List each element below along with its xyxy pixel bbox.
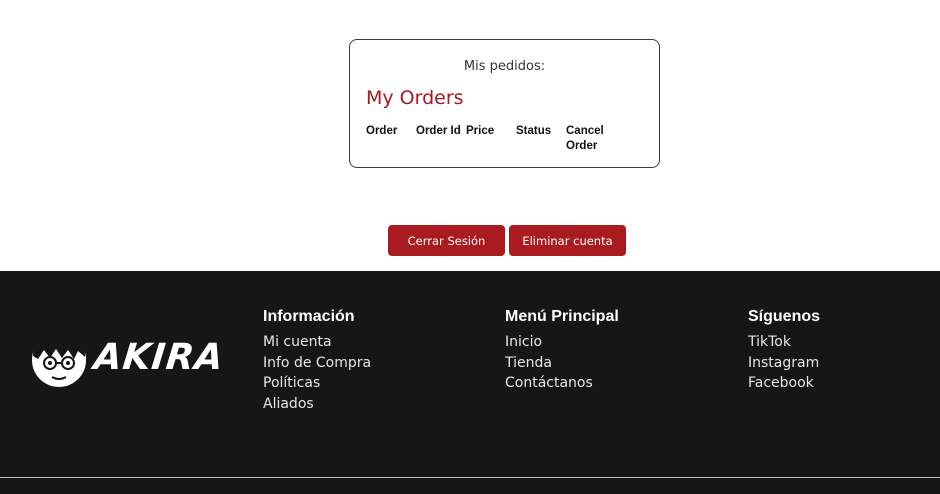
delete-account-button[interactable]: Eliminar cuenta [509,225,626,256]
column-header-status: Status [516,125,552,137]
orders-table: Order Order Id Price Status Cancel Order [366,124,616,154]
column-header-cancel-order: Cancel Order [566,125,604,152]
logo-text: AKIRA [91,337,226,378]
column-header-order-id: Order Id [416,125,461,137]
footer-link-inicio[interactable]: Inicio [505,332,619,353]
footer-link-instagram[interactable]: Instagram [748,353,820,374]
footer-link-facebook[interactable]: Facebook [748,373,820,394]
footer-menu-column: Menú Principal Inicio Tienda Contáctanos [505,307,619,394]
orders-subtitle: Mis pedidos: [463,59,546,74]
orders-table-header-row: Order Order Id Price Status Cancel Order [366,124,616,154]
footer-link-tienda[interactable]: Tienda [505,353,619,374]
orders-title: My Orders [366,87,464,109]
footer-info-column: Información Mi cuenta Info de Compra Pol… [263,307,371,415]
footer-divider [0,477,940,478]
footer: AKIRA Información Mi cuenta Info de Comp… [0,271,940,494]
footer-social-column: Síguenos TikTok Instagram Facebook [748,307,820,394]
footer-link-aliados[interactable]: Aliados [263,394,371,415]
footer-link-info-compra[interactable]: Info de Compra [263,353,371,374]
logo[interactable]: AKIRA [28,329,226,391]
footer-menu-heading: Menú Principal [505,308,619,325]
logout-button[interactable]: Cerrar Sesión [388,225,505,256]
footer-info-heading: Información [263,308,355,325]
footer-social-heading: Síguenos [748,308,821,325]
orders-card: Mis pedidos: My Orders Order Order Id Pr… [349,39,660,168]
footer-link-mi-cuenta[interactable]: Mi cuenta [263,332,371,353]
column-header-order: Order [366,125,398,137]
column-header-price: Price [466,125,495,137]
footer-link-politicas[interactable]: Políticas [263,373,371,394]
footer-link-tiktok[interactable]: TikTok [748,332,820,353]
akira-mascot-icon [30,331,88,389]
footer-link-contactanos[interactable]: Contáctanos [505,373,619,394]
